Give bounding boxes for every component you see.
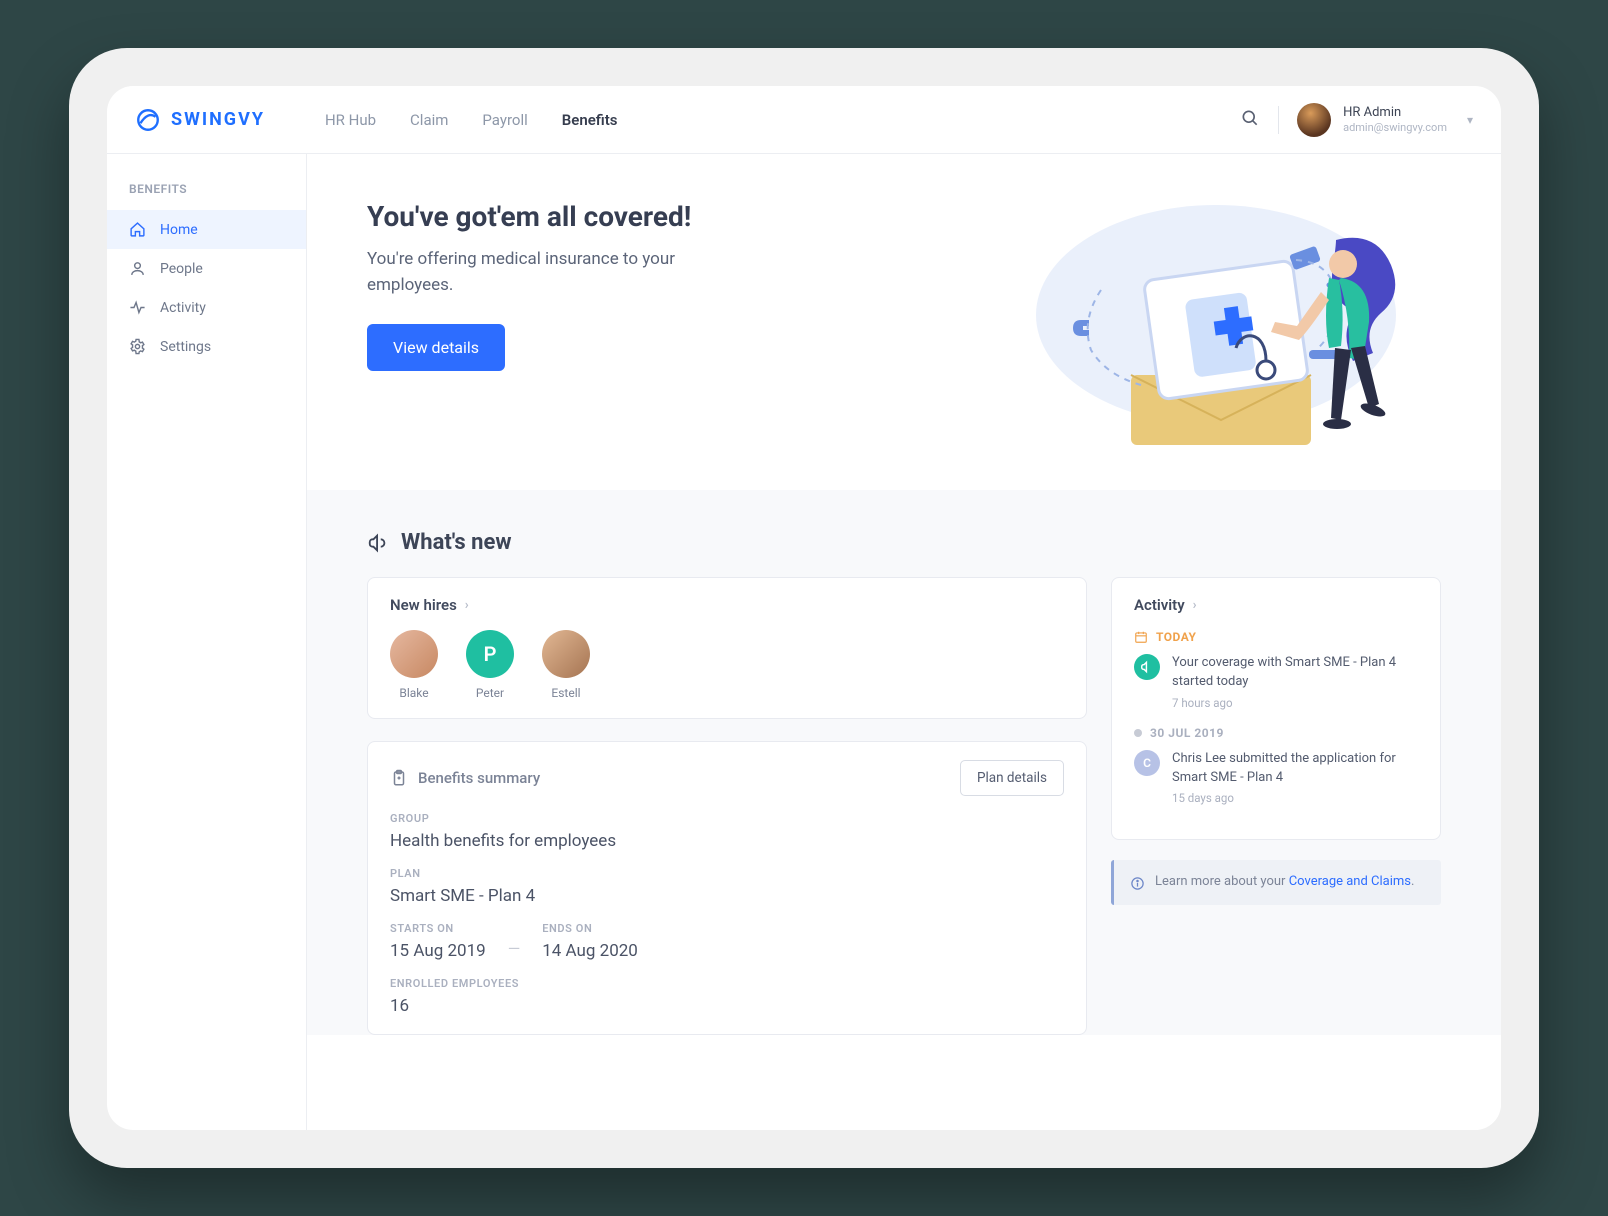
activity-text: Chris Lee submitted the application for … bbox=[1172, 750, 1418, 788]
new-hires-card: New hires › Blake P bbox=[367, 577, 1087, 719]
benefits-summary-card: Benefits summary Plan details GROUP Heal… bbox=[367, 741, 1087, 1035]
field-label: STARTS ON bbox=[390, 922, 486, 935]
new-hires-header[interactable]: New hires › bbox=[390, 596, 1064, 614]
plan-details-button[interactable]: Plan details bbox=[960, 760, 1064, 796]
nav-item-benefits[interactable]: Benefits bbox=[562, 111, 618, 129]
sidebar-item-label: Activity bbox=[160, 300, 206, 316]
sidebar-item-settings[interactable]: Settings bbox=[107, 327, 306, 366]
activity-badge-icon bbox=[1134, 654, 1160, 680]
user-avatar bbox=[1297, 103, 1331, 137]
nav-item-hr-hub[interactable]: HR Hub bbox=[325, 111, 376, 129]
activity-date-today: TODAY bbox=[1134, 630, 1418, 644]
home-icon bbox=[129, 221, 146, 238]
user-menu[interactable]: HR Admin admin@swingvy.com ▾ bbox=[1297, 103, 1473, 137]
search-icon[interactable] bbox=[1240, 108, 1260, 132]
summary-title: Benefits summary bbox=[390, 769, 540, 787]
sidebar-item-activity[interactable]: Activity bbox=[107, 288, 306, 327]
activity-time: 7 hours ago bbox=[1172, 696, 1418, 710]
clipboard-icon bbox=[390, 769, 408, 787]
gear-icon bbox=[129, 338, 146, 355]
activity-date: 30 JUL 2019 bbox=[1134, 726, 1418, 740]
dot-icon bbox=[1134, 729, 1142, 737]
sidebar-item-home[interactable]: Home bbox=[107, 210, 306, 249]
hero-subtitle: You're offering medical insurance to you… bbox=[367, 247, 707, 298]
whats-new-title: What's new bbox=[367, 530, 1441, 555]
activity-card: Activity › TODAY bbox=[1111, 577, 1441, 840]
info-icon bbox=[1130, 876, 1145, 891]
field-value: Health benefits for employees bbox=[390, 831, 1064, 851]
hire-item[interactable]: Blake bbox=[390, 630, 438, 700]
calendar-icon bbox=[1134, 630, 1148, 644]
activity-item: C Chris Lee submitted the application fo… bbox=[1134, 750, 1418, 806]
sidebar-item-label: Home bbox=[160, 222, 198, 238]
field-value: Smart SME - Plan 4 bbox=[390, 886, 1064, 906]
divider bbox=[1278, 106, 1279, 134]
user-icon bbox=[129, 260, 146, 277]
sidebar-item-people[interactable]: People bbox=[107, 249, 306, 288]
field-label: PLAN bbox=[390, 867, 1064, 880]
hero: You've got'em all covered! You're offeri… bbox=[307, 154, 1501, 490]
sidebar-item-label: People bbox=[160, 261, 203, 277]
activity-header[interactable]: Activity › bbox=[1134, 596, 1418, 614]
activity-item: Your coverage with Smart SME - Plan 4 st… bbox=[1134, 654, 1418, 710]
avatar bbox=[542, 630, 590, 678]
field-label: GROUP bbox=[390, 812, 1064, 825]
chevron-right-icon: › bbox=[1193, 598, 1197, 613]
main-content: You've got'em all covered! You're offeri… bbox=[307, 154, 1501, 1130]
info-box: Learn more about your Coverage and Claim… bbox=[1111, 860, 1441, 905]
hero-title: You've got'em all covered! bbox=[367, 200, 707, 233]
nav-item-payroll[interactable]: Payroll bbox=[482, 111, 527, 129]
activity-text: Your coverage with Smart SME - Plan 4 st… bbox=[1172, 654, 1418, 692]
hero-illustration bbox=[1011, 200, 1441, 460]
view-details-button[interactable]: View details bbox=[367, 324, 505, 371]
topbar: SWINGVY HR Hub Claim Payroll Benefits HR… bbox=[107, 86, 1501, 154]
coverage-claims-link[interactable]: Coverage and Claims bbox=[1289, 874, 1411, 889]
user-email: admin@swingvy.com bbox=[1343, 121, 1447, 135]
nav-item-claim[interactable]: Claim bbox=[410, 111, 448, 129]
activity-avatar: C bbox=[1134, 750, 1160, 776]
field-value: 16 bbox=[390, 996, 1064, 1016]
activity-icon bbox=[129, 299, 146, 316]
sidebar: BENEFITS Home People Activity Settings bbox=[107, 154, 307, 1130]
field-value: 14 Aug 2020 bbox=[542, 941, 638, 961]
brand-logo[interactable]: SWINGVY bbox=[135, 107, 265, 133]
brand-name: SWINGVY bbox=[171, 109, 265, 130]
field-label: ENDS ON bbox=[542, 922, 638, 935]
sidebar-item-label: Settings bbox=[160, 339, 211, 355]
top-nav: HR Hub Claim Payroll Benefits bbox=[325, 111, 618, 129]
activity-time: 15 days ago bbox=[1172, 791, 1418, 805]
avatar: P bbox=[466, 630, 514, 678]
hire-item[interactable]: P Peter bbox=[466, 630, 514, 700]
field-label: ENROLLED EMPLOYEES bbox=[390, 977, 1064, 990]
user-name: HR Admin bbox=[1343, 105, 1447, 121]
sidebar-title: BENEFITS bbox=[107, 172, 306, 210]
field-value: 15 Aug 2019 bbox=[390, 941, 486, 961]
avatar bbox=[390, 630, 438, 678]
swingvy-logo-icon bbox=[135, 107, 161, 133]
chevron-down-icon: ▾ bbox=[1467, 113, 1473, 127]
megaphone-icon bbox=[367, 532, 389, 554]
hire-item[interactable]: Estell bbox=[542, 630, 590, 700]
chevron-right-icon: › bbox=[465, 598, 469, 613]
